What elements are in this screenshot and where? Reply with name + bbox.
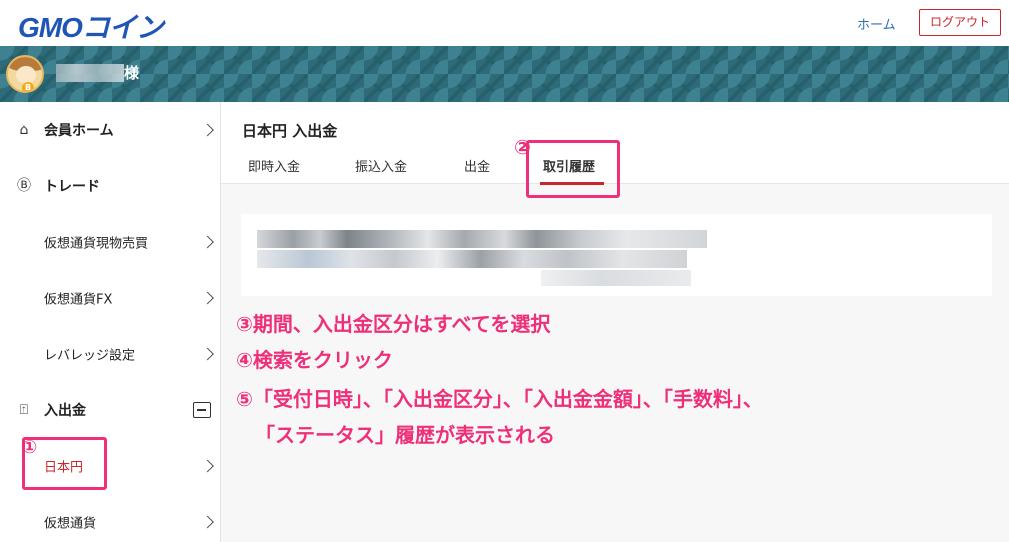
instruction-step-3: ③期間、入出金区分はすべてを選択	[236, 312, 551, 336]
bitcoin-icon: Ⓑ	[17, 178, 31, 194]
sidebar-item-label: 入出金	[44, 403, 86, 419]
gmo-coin-logo[interactable]: GMOコイン	[18, 6, 164, 46]
home-link[interactable]: ホーム	[857, 14, 896, 33]
collapse-icon[interactable]	[193, 402, 211, 418]
sidebar-item-label: 仮想通貨現物売買	[44, 236, 149, 252]
chevron-right-icon	[201, 515, 214, 529]
sidebar-item-label: 仮想通貨	[44, 516, 97, 532]
username-redacted	[56, 64, 124, 82]
page-title: 日本円 入出金	[242, 122, 338, 140]
chevron-right-icon	[201, 123, 214, 137]
sidebar-item-crypto-fx[interactable]: 仮想通貨FX	[0, 270, 221, 326]
sidebar-item-label: 仮想通貨FX	[44, 292, 113, 308]
sidebar-item-crypto[interactable]: 仮想通貨	[0, 494, 221, 542]
sidebar-item-label: レバレッジ設定	[44, 348, 136, 364]
search-form-redacted	[241, 214, 992, 296]
tab-instant-deposit[interactable]: 即時入金	[248, 156, 300, 175]
sidebar-item-spot-trading[interactable]: 仮想通貨現物売買	[0, 214, 221, 270]
bitcoin-badge-icon: B	[22, 82, 34, 91]
redacted-content	[541, 270, 691, 286]
sidebar-item-leverage-settings[interactable]: レバレッジ設定	[0, 326, 221, 382]
chevron-right-icon	[201, 291, 214, 305]
username-honorific: 様	[124, 64, 140, 82]
sidebar-item-label: トレード	[44, 179, 100, 195]
instruction-step-4: ④検索をクリック	[236, 348, 393, 372]
tab-transfer-deposit[interactable]: 振込入金	[355, 156, 407, 175]
instruction-step-5: ⑤「受付日時」、「入出金区分」、「入出金金額」、「手数料」、	[236, 387, 763, 411]
user-banner: B 様	[0, 46, 1009, 102]
sidebar-item-member-home[interactable]: ⌂ 会員ホーム	[0, 102, 221, 158]
sidebar-item-trade[interactable]: Ⓑ トレード	[0, 158, 221, 214]
redacted-content	[257, 250, 687, 268]
redacted-content	[257, 230, 707, 248]
annotation-highlight-history-tab	[526, 140, 620, 198]
deposit-icon: ⍐	[19, 402, 29, 418]
annotation-number-1: ①	[22, 437, 38, 458]
top-header: GMOコイン ホーム ログアウト	[0, 0, 1009, 46]
avatar: B	[6, 55, 44, 93]
tab-withdrawal[interactable]: 出金	[464, 156, 490, 175]
chevron-right-icon	[201, 235, 214, 249]
sidebar-item-label: 会員ホーム	[44, 123, 114, 139]
annotation-number-2: ②	[514, 135, 531, 159]
home-icon: ⌂	[19, 122, 29, 138]
main-content: 日本円 入出金 即時入金 振込入金 出金 取引履歴 ② ③期間、入出金区分はすべ…	[221, 102, 1009, 542]
logout-button[interactable]: ログアウト	[919, 9, 1001, 36]
chevron-right-icon	[201, 347, 214, 361]
sidebar-item-deposit-withdrawal[interactable]: ⍐ 入出金	[0, 382, 221, 438]
instruction-step-5-cont: 「ステータス」履歴が表示される	[255, 423, 555, 447]
chevron-right-icon	[201, 459, 214, 473]
main-header: 日本円 入出金 即時入金 振込入金 出金 取引履歴 ②	[221, 102, 1009, 198]
